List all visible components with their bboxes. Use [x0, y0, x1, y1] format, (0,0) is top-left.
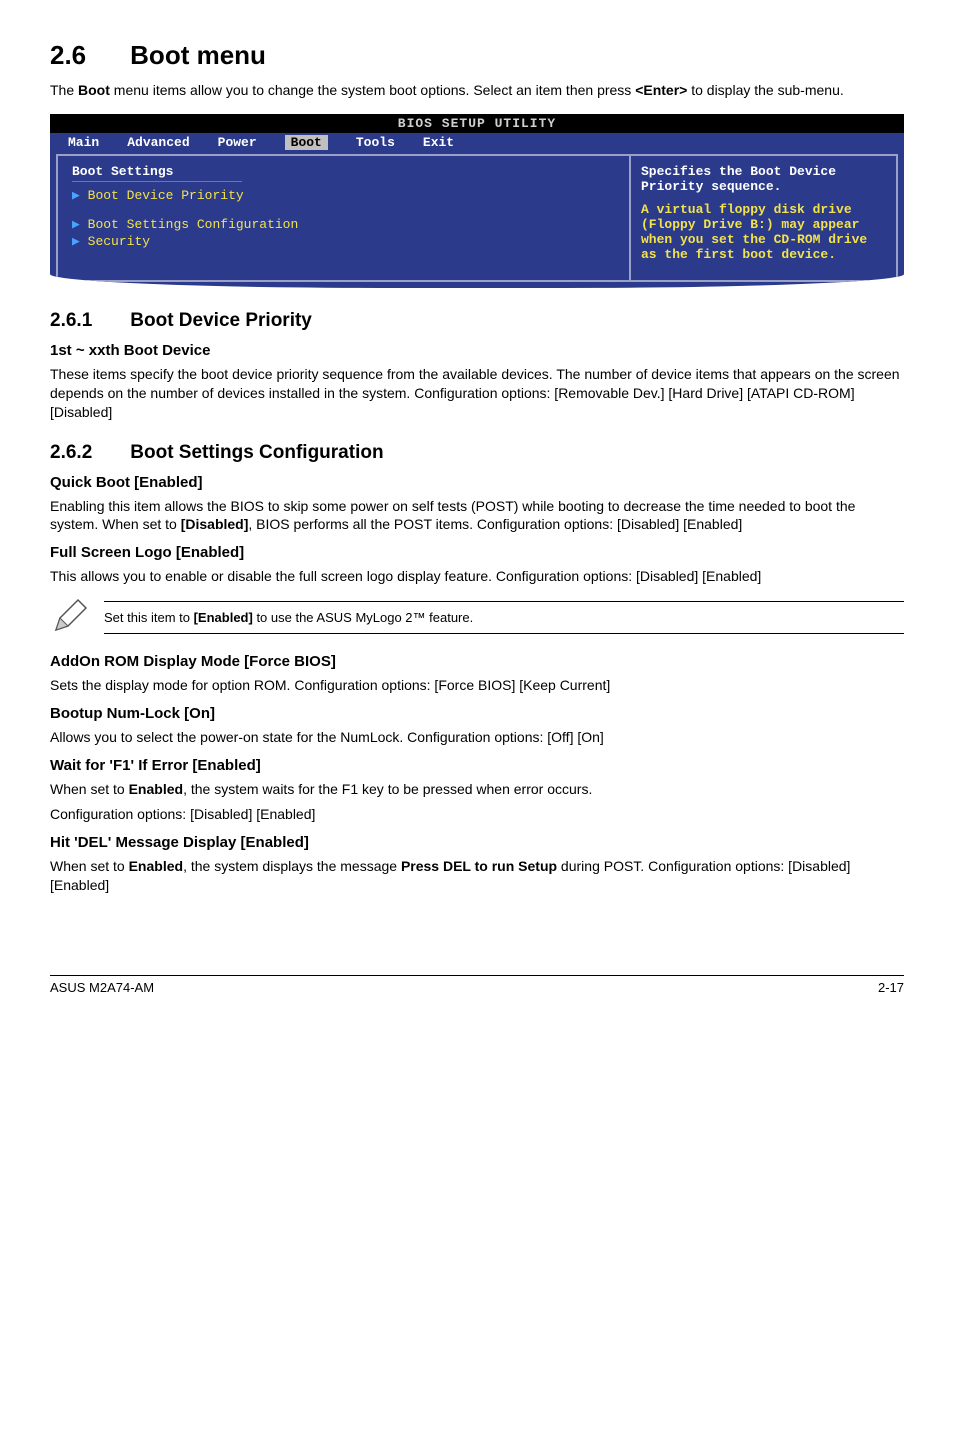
bios-tab-boot: Boot	[285, 135, 328, 150]
intro-paragraph: The Boot menu items allow you to change …	[50, 81, 904, 100]
bios-title: BIOS SETUP UTILITY	[50, 114, 904, 133]
subsection-261-heading: 2.6.1Boot Device Priority	[50, 310, 904, 332]
bios-screenshot: BIOS SETUP UTILITY Main Advanced Power B…	[50, 114, 904, 288]
bios-tab-advanced: Advanced	[127, 135, 189, 150]
bios-tab-main: Main	[68, 135, 99, 150]
footer-left: ASUS M2A74-AM	[50, 980, 154, 995]
bios-tab-bar: Main Advanced Power Boot Tools Exit	[50, 133, 904, 154]
bios-divider	[72, 181, 242, 182]
bios-item-security: Security	[72, 234, 615, 249]
bios-item-boot-settings-config: Boot Settings Configuration	[72, 217, 615, 232]
bios-left-panel: Boot Settings Boot Device Priority Boot …	[56, 154, 629, 282]
section-number: 2.6	[50, 40, 86, 71]
note-callout: Set this item to [Enabled] to use the AS…	[50, 596, 904, 639]
boot-device-h3: 1st ~ xxth Boot Device	[50, 342, 904, 359]
bios-help-panel: Specifies the Boot Device Priority seque…	[629, 154, 898, 282]
full-screen-logo-h3: Full Screen Logo [Enabled]	[50, 544, 904, 561]
bios-item-boot-device-priority: Boot Device Priority	[72, 188, 615, 203]
section-heading: 2.6 Boot menu	[50, 40, 904, 71]
subsection-262-heading: 2.6.2Boot Settings Configuration	[50, 442, 904, 464]
wait-f1-paragraph-2: Configuration options: [Disabled] [Enabl…	[50, 805, 904, 824]
numlock-paragraph: Allows you to select the power-on state …	[50, 728, 904, 747]
wait-f1-h3: Wait for 'F1' If Error [Enabled]	[50, 757, 904, 774]
bios-tab-exit: Exit	[423, 135, 454, 150]
bios-panel-heading: Boot Settings	[72, 164, 615, 179]
full-screen-logo-paragraph: This allows you to enable or disable the…	[50, 567, 904, 586]
bios-help-text-2: A virtual floppy disk drive (Floppy Driv…	[641, 202, 886, 262]
addon-rom-h3: AddOn ROM Display Mode [Force BIOS]	[50, 653, 904, 670]
section-title: Boot menu	[130, 40, 266, 70]
bios-tab-power: Power	[218, 135, 257, 150]
note-text: Set this item to [Enabled] to use the AS…	[104, 601, 904, 634]
numlock-h3: Bootup Num-Lock [On]	[50, 705, 904, 722]
hit-del-h3: Hit 'DEL' Message Display [Enabled]	[50, 834, 904, 851]
page-footer: ASUS M2A74-AM 2-17	[50, 975, 904, 995]
bios-help-text-1: Specifies the Boot Device Priority seque…	[641, 164, 886, 194]
boot-device-paragraph: These items specify the boot device prio…	[50, 365, 904, 422]
addon-rom-paragraph: Sets the display mode for option ROM. Co…	[50, 676, 904, 695]
bios-tab-tools: Tools	[356, 135, 395, 150]
quick-boot-h3: Quick Boot [Enabled]	[50, 474, 904, 491]
quick-boot-paragraph: Enabling this item allows the BIOS to sk…	[50, 497, 904, 535]
wait-f1-paragraph-1: When set to Enabled, the system waits fo…	[50, 780, 904, 799]
hit-del-paragraph: When set to Enabled, the system displays…	[50, 857, 904, 895]
pencil-note-icon	[50, 596, 104, 639]
footer-page-number: 2-17	[878, 980, 904, 995]
